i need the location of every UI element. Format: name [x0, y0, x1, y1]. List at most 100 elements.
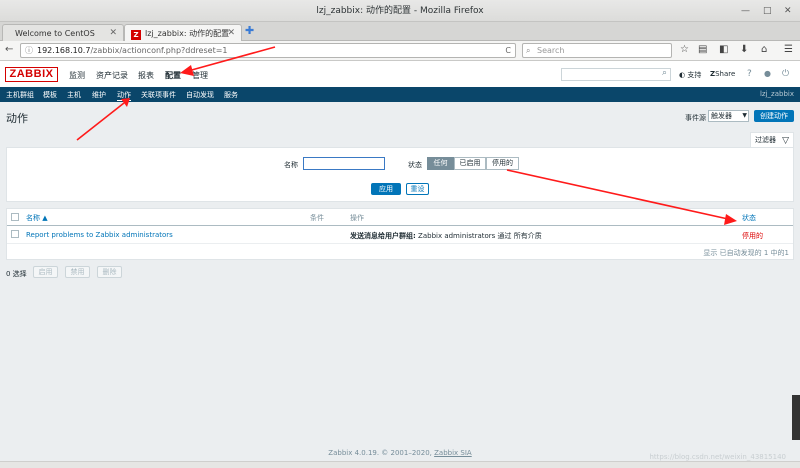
selected-count: 0 选择: [6, 270, 27, 278]
tab-label: Welcome to CentOS: [15, 29, 95, 38]
window-titlebar: lzj_zabbix: 动作的配置 - Mozilla Firefox — □ …: [0, 0, 800, 22]
tab-welcome-centos[interactable]: Welcome to CentOS ✕: [2, 24, 124, 41]
submenu-event-correlation[interactable]: 关联项事件: [141, 90, 176, 100]
pocket-icon[interactable]: ◧: [719, 44, 728, 55]
help-icon[interactable]: ?: [747, 69, 752, 79]
support-icon: ◐: [679, 71, 686, 79]
configuration-submenu: 主机群组 模板 主机 维护 动作 关联项事件 自动发现 服务 lzj_zabbi…: [0, 87, 800, 102]
bulk-disable-button[interactable]: 禁用: [65, 266, 90, 278]
filter-name-input[interactable]: [303, 157, 385, 170]
support-link[interactable]: ◐ 支持: [679, 70, 701, 80]
current-user-label: lzj_zabbix: [759, 90, 794, 98]
header-divider: [7, 225, 793, 226]
submenu-host-groups[interactable]: 主机群组: [6, 90, 34, 100]
annotation-arrow-actions: [76, 102, 125, 141]
user-profile-icon[interactable]: ●: [764, 69, 771, 78]
filter-status-label: 状态: [408, 161, 422, 169]
chevron-down-icon: ▼: [742, 112, 747, 119]
menu-reports[interactable]: 报表: [138, 70, 154, 81]
column-header-status[interactable]: 状态: [742, 213, 756, 223]
filter-reset-button[interactable]: 重设: [406, 183, 429, 195]
operation-detail: Zabbix administrators 通过 所有介质: [415, 232, 542, 240]
download-icon[interactable]: ⬇: [740, 44, 748, 55]
navigation-bar: ← ⓘ 192.168.10.7/zabbix/actionconf.php?d…: [0, 41, 800, 61]
zabbix-logo[interactable]: ZABBIX: [5, 67, 58, 82]
filter-tab-label: 过滤器: [755, 136, 776, 144]
status-option-enabled[interactable]: 已启用: [454, 157, 486, 170]
menu-configuration[interactable]: 配置: [165, 70, 181, 81]
window-bottom-bar: [0, 461, 800, 468]
bulk-delete-button[interactable]: 删除: [97, 266, 122, 278]
maximize-icon[interactable]: □: [763, 0, 772, 22]
zabbix-favicon-icon: Z: [131, 30, 141, 40]
support-label: 支持: [687, 71, 702, 79]
new-tab-icon[interactable]: ✚: [245, 24, 254, 37]
tab-zabbix-actions[interactable]: Zlzj_zabbix: 动作的配置 ✕: [124, 24, 242, 41]
row-divider: [7, 243, 793, 244]
column-header-name[interactable]: 名称 ▲: [26, 213, 48, 223]
column-header-operations: 操作: [350, 214, 364, 222]
search-icon[interactable]: ⌕: [662, 68, 667, 78]
filter-icon: ▽: [782, 136, 789, 146]
bookmark-star-icon[interactable]: ☆: [680, 44, 689, 55]
menu-icon[interactable]: ☰: [784, 44, 793, 55]
side-widget[interactable]: [792, 395, 800, 440]
event-source-value: 触发器: [711, 112, 732, 120]
close-window-icon[interactable]: ✕: [784, 0, 792, 22]
submenu-hosts[interactable]: 主机: [67, 90, 81, 100]
menu-monitoring[interactable]: 监测: [69, 70, 85, 81]
search-icon: ⌕: [526, 46, 531, 55]
event-source-select[interactable]: 触发器 ▼: [708, 110, 749, 122]
url-host: 192.168.10.7: [37, 46, 91, 55]
page-title: 动作: [6, 112, 28, 125]
bulk-enable-button[interactable]: 启用: [33, 266, 58, 278]
column-header-conditions: 条件: [310, 214, 324, 222]
event-source-label: 事件源: [685, 114, 706, 122]
window-title: lzj_zabbix: 动作的配置 - Mozilla Firefox: [316, 6, 484, 16]
filter-tab[interactable]: 过滤器 ▽: [750, 132, 794, 147]
home-icon[interactable]: ⌂: [761, 44, 767, 55]
share-link[interactable]: ZShare: [710, 70, 735, 78]
reload-icon[interactable]: C: [505, 44, 511, 57]
menu-inventory[interactable]: 资产记录: [96, 70, 128, 81]
watermark-text: https://blog.csdn.net/weixin_43815140: [649, 453, 786, 461]
search-placeholder: Search: [537, 46, 565, 55]
close-tab-icon[interactable]: ✕: [109, 25, 117, 42]
tab-label: lzj_zabbix: 动作的配置: [145, 29, 230, 38]
action-name-link[interactable]: Report problems to Zabbix administrators: [26, 231, 173, 239]
zabbix-sia-link[interactable]: Zabbix SIA: [434, 449, 472, 457]
close-tab-icon[interactable]: ✕: [227, 25, 235, 42]
submenu-templates[interactable]: 模板: [43, 90, 57, 100]
submenu-discovery[interactable]: 自动发现: [186, 90, 214, 100]
browser-search-input[interactable]: ⌕ Search: [522, 43, 672, 58]
row-checkbox[interactable]: [11, 230, 19, 238]
status-option-disabled[interactable]: 停用的: [486, 157, 519, 170]
url-path: /zabbix/actionconf.php?ddreset=1: [90, 46, 228, 55]
url-bar[interactable]: ⓘ 192.168.10.7/zabbix/actionconf.php?ddr…: [20, 43, 516, 58]
footer-text: Zabbix 4.0.19. © 2001–2020,: [328, 449, 435, 457]
create-action-button[interactable]: 创建动作: [754, 110, 794, 122]
filter-apply-button[interactable]: 应用: [371, 183, 401, 195]
logout-icon[interactable]: ⏻: [782, 69, 789, 79]
table-summary: 显示 已自动发现的 1 中的1: [703, 249, 789, 257]
actions-table: 名称 ▲ 条件 操作 状态 Report problems to Zabbix …: [6, 208, 794, 260]
minimize-icon[interactable]: —: [741, 0, 750, 22]
submenu-actions[interactable]: 动作: [117, 90, 131, 101]
filter-panel: 名称 状态 任何 已启用 停用的 应用 重设: [6, 147, 794, 202]
share-label: Share: [715, 70, 736, 78]
action-operations: 发送消息给用户群组: Zabbix administrators 通过 所有介质: [350, 231, 542, 241]
menu-administration[interactable]: 管理: [192, 70, 208, 81]
action-status-toggle[interactable]: 停用的: [742, 231, 763, 241]
zabbix-header: ZABBIX 监测 资产记录 报表 配置 管理 ⌕ ◐ 支持 ZShare ? …: [0, 61, 800, 87]
filter-name-label: 名称: [284, 161, 298, 169]
zabbix-search-input[interactable]: ⌕: [561, 68, 671, 81]
back-arrow-icon[interactable]: ←: [5, 44, 13, 55]
site-info-icon[interactable]: ⓘ: [25, 44, 33, 57]
status-option-any[interactable]: 任何: [427, 157, 454, 170]
operation-type: 发送消息给用户群组:: [350, 232, 416, 240]
reading-list-icon[interactable]: ▤: [698, 44, 707, 55]
submenu-maintenance[interactable]: 维护: [92, 90, 106, 100]
select-all-checkbox[interactable]: [11, 213, 19, 221]
submenu-services[interactable]: 服务: [224, 90, 238, 100]
tab-strip: Welcome to CentOS ✕ Zlzj_zabbix: 动作的配置 ✕: [0, 22, 800, 41]
